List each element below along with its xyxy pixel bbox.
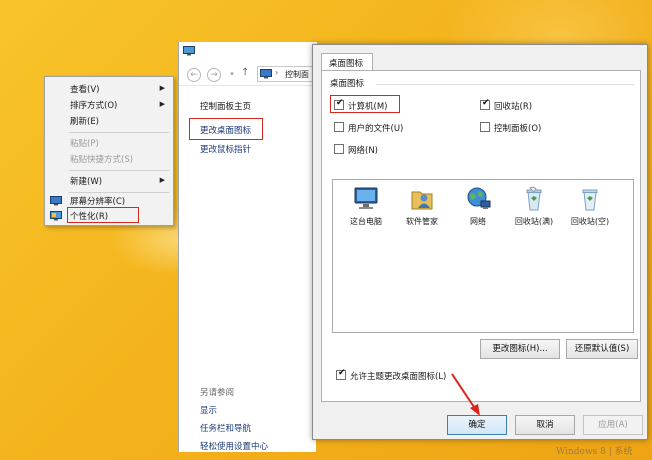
- group-title: 桌面图标: [330, 79, 365, 89]
- see-also-ease-of-access-link[interactable]: 轻松使用设置中心: [200, 440, 268, 452]
- icon-network[interactable]: 网络: [451, 184, 505, 230]
- forward-arrow-icon[interactable]: →: [207, 68, 221, 82]
- checkmark-icon: ✔: [338, 368, 346, 378]
- submenu-arrow-icon: ▶: [159, 100, 165, 108]
- checkbox-box[interactable]: [480, 122, 490, 132]
- back-arrow-icon[interactable]: ←: [187, 68, 201, 82]
- personalize-window-icon: [183, 46, 195, 56]
- icon-caption: 回收站(满): [514, 217, 554, 226]
- icon-caption: 软件管家: [406, 217, 438, 226]
- apply-button: 应用(A): [583, 415, 643, 435]
- menu-item-label: 刷新(E): [70, 117, 100, 127]
- icon-caption: 网络: [470, 217, 486, 226]
- icon-software-manager[interactable]: 软件管家: [395, 184, 449, 230]
- computer-icon: [354, 187, 378, 209]
- menu-item-new[interactable]: 新建(W) ▶: [45, 173, 173, 189]
- checkbox-box[interactable]: ✔: [336, 368, 346, 380]
- up-arrow-icon[interactable]: ↑: [241, 67, 249, 78]
- personalize-icon: [50, 211, 62, 221]
- menu-item-refresh[interactable]: 刷新(E): [45, 113, 173, 129]
- menu-item-paste: 粘贴(P): [45, 135, 173, 151]
- menu-item-sort-by[interactable]: 排序方式(O) ▶: [45, 97, 173, 113]
- checkbox-box[interactable]: [334, 144, 344, 154]
- checkbox-box[interactable]: [334, 122, 344, 132]
- icon-caption: 这台电脑: [350, 217, 382, 226]
- desktop-context-menu: 查看(V) ▶ 排序方式(O) ▶ 刷新(E) 粘贴(P) 粘贴快捷方式(S) …: [44, 76, 174, 226]
- recycle-bin-full-icon: [526, 186, 542, 211]
- menu-item-label: 粘贴(P): [70, 139, 99, 149]
- submenu-arrow-icon: ▶: [159, 176, 165, 184]
- navigation-bar: ← → ▾ ↑ › 控制面: [179, 62, 317, 86]
- change-icon-button[interactable]: 更改图标(H)...: [480, 339, 560, 359]
- highlight-box-change-desktop-icons: [189, 118, 263, 140]
- menu-item-label: 新建(W): [70, 177, 103, 187]
- highlight-box-personalize: [67, 207, 139, 223]
- checkbox-label: 网络(N): [348, 146, 378, 156]
- see-also-heading: 另请参阅: [200, 388, 235, 398]
- icon-this-pc[interactable]: 这台电脑: [339, 184, 393, 230]
- monitor-icon: [50, 196, 62, 206]
- icon-caption: 回收站(空): [570, 217, 610, 226]
- menu-item-label: 粘贴快捷方式(S): [70, 155, 134, 165]
- user-folder-icon: [411, 191, 433, 210]
- menu-separator: [69, 132, 169, 133]
- tab-label: 桌面图标: [329, 59, 364, 69]
- checkbox-label: 允许主题更改桌面图标(L): [350, 372, 447, 382]
- icon-recycle-bin-empty[interactable]: 回收站(空): [563, 184, 617, 230]
- network-globe-icon: [467, 187, 491, 209]
- checkbox-box[interactable]: ✔: [480, 98, 490, 110]
- see-also-taskbar-link[interactable]: 任务栏和导航: [200, 422, 251, 434]
- address-bar[interactable]: › 控制面: [257, 66, 317, 82]
- checkbox-label: 控制面板(O): [494, 124, 542, 134]
- highlight-box-computer-checkbox: [330, 95, 400, 113]
- breadcrumb-separator-icon: ›: [275, 68, 279, 77]
- submenu-arrow-icon: ▶: [159, 84, 165, 92]
- restore-default-button[interactable]: 还原默认值(S): [566, 339, 638, 359]
- menu-item-paste-shortcut: 粘贴快捷方式(S): [45, 151, 173, 167]
- tab-panel: 桌面图标 ✔ 计算机(M) ✔ 回收站(R) 用户的文件(U) 控制面板(O) …: [321, 70, 641, 402]
- control-panel-icon: [260, 69, 272, 79]
- recycle-bin-empty-icon: [582, 189, 598, 211]
- watermark-text: Windows 8 | 系统: [556, 447, 633, 457]
- annotation-arrow-icon: [451, 373, 480, 416]
- tab-desktop-icons[interactable]: 桌面图标: [321, 53, 373, 71]
- cancel-button[interactable]: 取消: [515, 415, 575, 435]
- menu-item-label: 屏幕分辨率(C): [70, 197, 126, 207]
- menu-separator: [69, 170, 169, 171]
- icon-recycle-bin-full[interactable]: 回收站(满): [507, 184, 561, 230]
- checkmark-icon: ✔: [482, 98, 490, 108]
- control-panel-home-link[interactable]: 控制面板主页: [200, 100, 251, 112]
- change-mouse-pointer-link[interactable]: 更改鼠标指针: [200, 143, 251, 155]
- checkbox-label: 用户的文件(U): [348, 124, 404, 134]
- menu-item-label: 查看(V): [70, 85, 100, 95]
- group-divider: [376, 84, 634, 85]
- menu-item-label: 排序方式(O): [70, 101, 118, 111]
- recent-dropdown-icon[interactable]: ▾: [225, 68, 239, 82]
- window-titlebar: [179, 42, 317, 62]
- see-also-display-link[interactable]: 显示: [200, 404, 217, 416]
- icon-preview-list[interactable]: 这台电脑 软件管家 网络 回收站(满) 回收站(空): [332, 179, 634, 333]
- control-panel-window: ← → ▾ ↑ › 控制面 控制面板主页 更改桌面图标 更改鼠标指针 另请参阅 …: [178, 42, 317, 452]
- menu-item-view[interactable]: 查看(V) ▶: [45, 81, 173, 97]
- checkbox-label: 回收站(R): [494, 102, 533, 112]
